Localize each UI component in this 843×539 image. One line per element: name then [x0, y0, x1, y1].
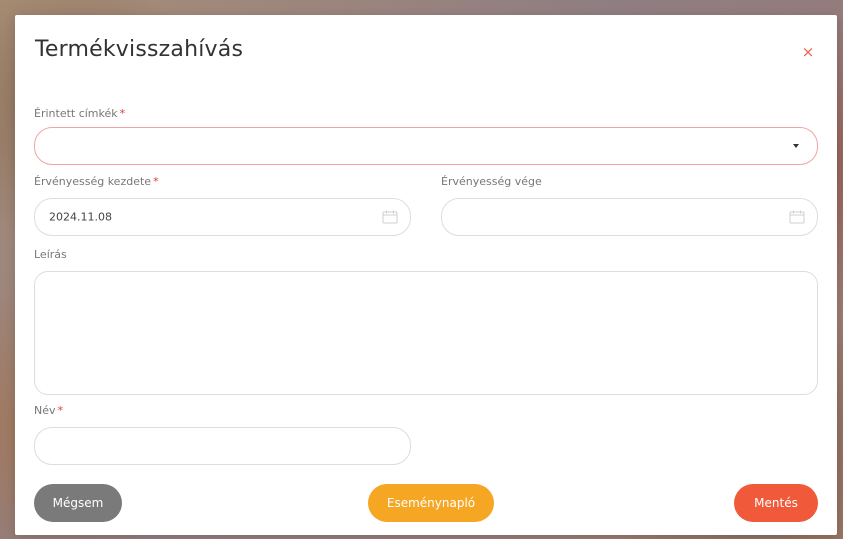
- valid-from-value: 2024.11.08: [49, 210, 112, 224]
- save-button[interactable]: Mentés: [734, 484, 818, 522]
- chevron-down-icon: [793, 144, 799, 148]
- valid-to-input[interactable]: [441, 198, 818, 236]
- close-icon[interactable]: ×: [801, 45, 815, 60]
- labels-label-text: Érintett címkék: [34, 107, 118, 120]
- valid-to-label-text: Érvényesség vége: [441, 175, 542, 188]
- recall-modal: Termékvisszahívás × Érintett címkék * Érv…: [15, 15, 837, 535]
- description-textarea[interactable]: [34, 271, 818, 395]
- name-field-label: Név *: [34, 404, 63, 417]
- labels-select[interactable]: [34, 127, 818, 165]
- valid-from-field-label: Érvényesség kezdete *: [34, 175, 159, 188]
- required-marker: *: [57, 404, 64, 417]
- required-marker: *: [119, 107, 126, 120]
- required-marker: *: [153, 175, 159, 188]
- calendar-icon[interactable]: [789, 210, 805, 224]
- description-label-text: Leírás: [34, 248, 67, 261]
- calendar-icon[interactable]: [382, 210, 398, 224]
- cancel-button[interactable]: Mégsem: [34, 484, 122, 522]
- event-log-button[interactable]: Eseménynapló: [368, 484, 494, 522]
- description-field-label: Leírás: [34, 248, 67, 261]
- name-label-text: Név: [34, 404, 56, 417]
- modal-title: Termékvisszahívás: [35, 37, 244, 62]
- valid-from-label-text: Érvényesség kezdete: [34, 175, 152, 188]
- name-input[interactable]: [34, 427, 411, 465]
- valid-from-input[interactable]: 2024.11.08: [34, 198, 411, 236]
- labels-field-label: Érintett címkék *: [34, 107, 125, 120]
- valid-to-field-label: Érvényesség vége: [441, 175, 542, 188]
